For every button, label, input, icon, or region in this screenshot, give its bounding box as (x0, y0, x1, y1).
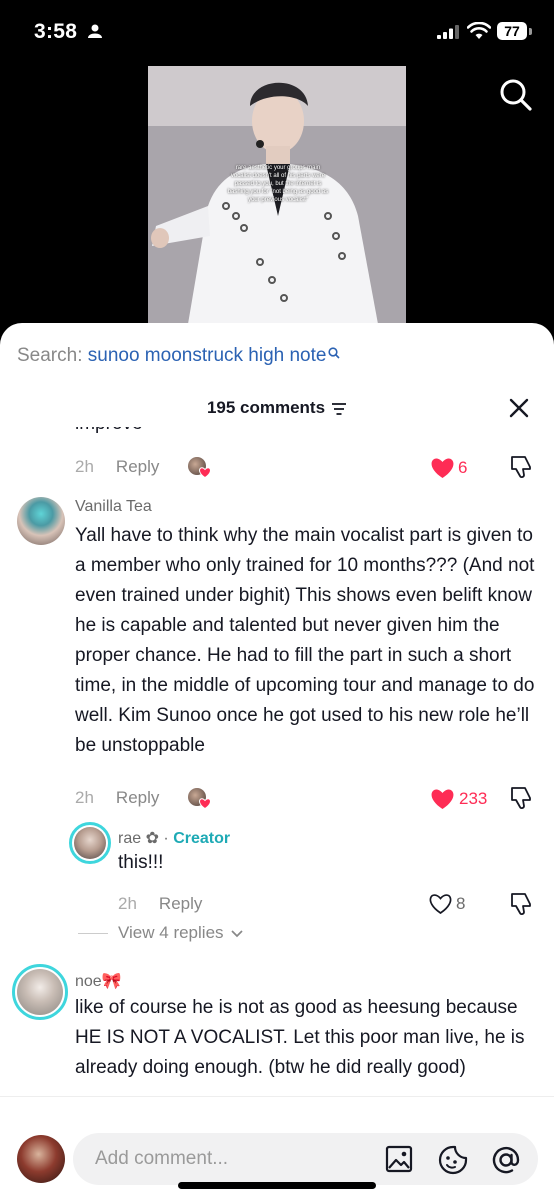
chevron-down-icon (231, 929, 243, 937)
comment-time: 2h (75, 457, 94, 476)
like-count: 233 (459, 789, 488, 808)
dislike-icon[interactable] (510, 892, 532, 916)
reply-text: this!!! (118, 852, 164, 873)
heart-filled-icon (431, 789, 454, 809)
heart-filled-icon (431, 458, 454, 478)
creator-label: Creator (173, 830, 231, 847)
reply-meta: 2h Reply (118, 894, 202, 914)
view-replies-label: View 4 replies (118, 923, 224, 942)
divider-line (78, 933, 108, 935)
cellular-signal-icon (437, 25, 459, 39)
comments-header: 195 comments (0, 398, 554, 418)
comment-text: like of course he is not as good as hees… (75, 997, 525, 1078)
battery-indicator: 77 (497, 22, 527, 40)
status-time: 3:58 (34, 20, 78, 43)
creator-liked-heart-icon (199, 467, 211, 478)
comments-count: 195 comments (206, 398, 326, 417)
comments-sheet: Search: sunoo moonstruck high note 195 c… (0, 323, 554, 1200)
small-search-icon (328, 347, 341, 359)
comment-username[interactable]: noe🎀 (75, 971, 122, 991)
reply-time: 2h (118, 894, 137, 913)
dislike-icon[interactable] (510, 786, 532, 810)
wifi-icon (467, 22, 491, 39)
status-bar: 3:58 77 (0, 0, 554, 62)
person-icon (88, 24, 102, 38)
home-indicator (178, 1182, 376, 1189)
battery-cap (529, 28, 532, 35)
reply-button[interactable]: Reply (116, 457, 159, 476)
like-count: 8 (456, 894, 466, 913)
like-count: 6 (458, 458, 468, 477)
image-icon[interactable] (385, 1145, 413, 1173)
comment-text: Yall have to think why the main vocalist… (75, 525, 535, 756)
mention-icon[interactable] (491, 1145, 521, 1175)
avatar[interactable] (17, 969, 63, 1015)
username-separator: · (158, 830, 174, 847)
close-icon[interactable] (508, 397, 530, 419)
video-thumbnail[interactable]: rare aesthetic your groups main vocalist… (148, 66, 406, 324)
reply-button[interactable]: Reply (116, 788, 159, 807)
sort-icon[interactable] (331, 402, 347, 416)
comment-placeholder: Add comment... (95, 1148, 229, 1169)
search-query-link[interactable]: sunoo moonstruck high note (88, 345, 327, 366)
reply-button[interactable]: Reply (159, 894, 202, 913)
reply-username[interactable]: rae ✿ · Creator (118, 828, 230, 848)
emoji-sticker-icon[interactable] (438, 1145, 468, 1175)
current-user-avatar[interactable] (17, 1135, 65, 1183)
comment-username[interactable]: Vanilla Tea (75, 498, 152, 516)
reply-username-text: rae ✿ (118, 830, 159, 847)
comment-meta: 2h Reply (75, 788, 159, 808)
comment-time: 2h (75, 788, 94, 807)
video-caption: rare aesthetic your groups main vocalist… (227, 165, 329, 203)
dislike-icon[interactable] (510, 455, 532, 479)
heart-outline-icon (429, 894, 452, 915)
comment-text-partial: improve (75, 427, 143, 435)
avatar[interactable] (17, 497, 65, 545)
search-icon[interactable] (499, 78, 533, 112)
comment-meta: 2h Reply (75, 457, 159, 477)
comment-list[interactable]: improve 2h Reply 6 Vanilla Tea Yall have … (0, 427, 554, 1095)
search-suggestion[interactable]: Search: sunoo moonstruck high note (17, 345, 341, 367)
comment-input[interactable]: Add comment... (73, 1133, 538, 1185)
avatar[interactable] (74, 827, 106, 859)
creator-liked-heart-icon (199, 798, 211, 809)
view-replies-button[interactable]: View 4 replies (78, 923, 243, 943)
search-prefix: Search: (17, 345, 88, 366)
